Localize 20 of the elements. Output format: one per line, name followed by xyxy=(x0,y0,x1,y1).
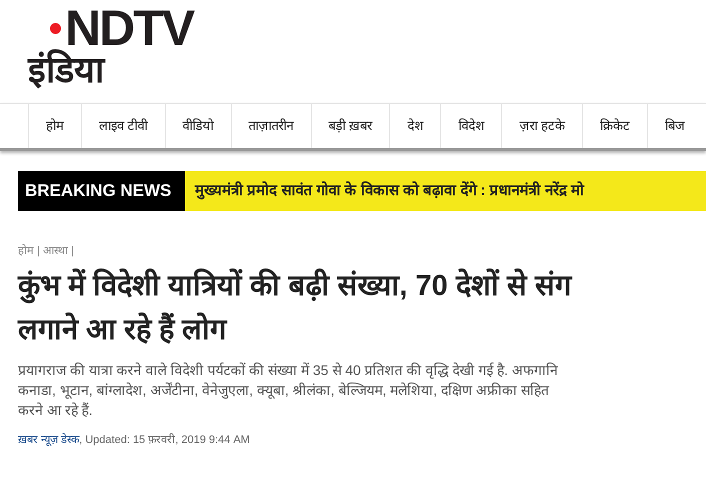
nav-link[interactable]: वीडियो xyxy=(164,104,231,148)
breadcrumb-link[interactable]: होम | xyxy=(18,243,40,260)
nav-link[interactable]: विदेश xyxy=(440,104,502,148)
logo-latin[interactable]: NDTV xyxy=(65,8,194,48)
nav-link[interactable]: क्रिकेट xyxy=(582,104,647,148)
updated-time: , Updated: 15 फ़रवरी, 2019 9:44 AM xyxy=(79,434,250,446)
summary: प्रयागराज की यात्रा करने वाले विदेशी पर्यटकों की संख्या में 35 से 40 प्रतिशत की वृद्धि देखी गई है. अफगानि कनाडा, भूटान, बांग्लादेश, अर्जेंटीना, वेनेजुएला, क्यूबा, श्रीलंका, बेल्जियम, मलेशिया, दक्षिण अफ्रीका सहित करने आ रहे हैं. xyxy=(18,360,559,420)
logo-hindi[interactable]: इंडिया xyxy=(28,48,104,92)
nav-link[interactable]: बड़ी ख़बर xyxy=(310,104,390,148)
nav-link[interactable]: ज़रा हटके xyxy=(501,104,582,148)
breadcrumb-link[interactable]: आस्था | xyxy=(42,243,74,260)
author-link[interactable]: ख़बर न्यूज़ डेस्क xyxy=(18,434,80,446)
nav-link[interactable]: लाइव टीवी xyxy=(81,104,165,148)
nav-link[interactable]: ताज़ातरीन xyxy=(230,104,311,148)
headline: कुंभ में विदेशी यात्रियों की बढ़ी संख्या, 70 देशों से संग लगाने आ रहे हैं लोग xyxy=(18,268,574,348)
breaking-label: BREAKING NEWS xyxy=(18,171,185,211)
breaking-headline[interactable]: मुख्यमंत्री प्रमोद सावंत गोवा के विकास को बढ़ावा देंगे : प्रधानमंत्री नरेंद्र मो xyxy=(185,171,706,211)
nav-link[interactable]: होम xyxy=(28,104,81,148)
nav-link[interactable]: देश xyxy=(389,104,440,148)
nav-link[interactable]: बिज xyxy=(646,104,702,148)
